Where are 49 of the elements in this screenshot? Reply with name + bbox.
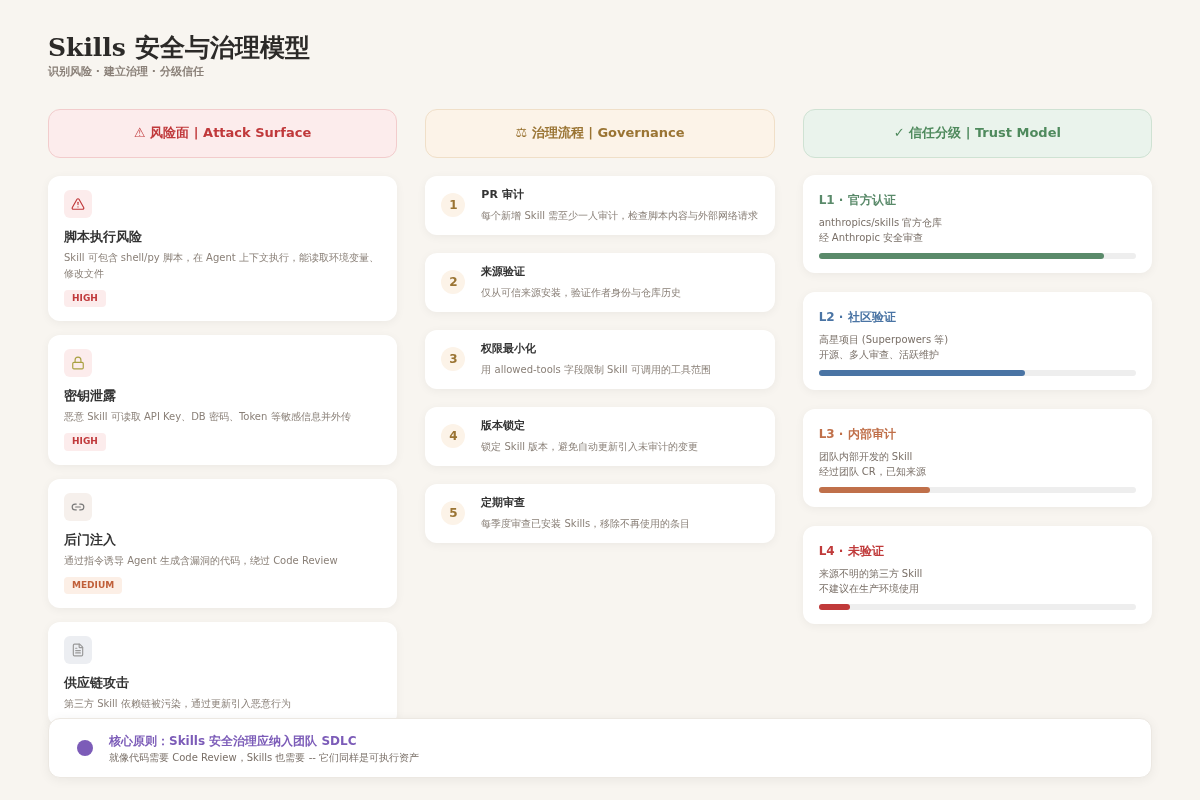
trust-description: 来源不明的第三方 Skill [818, 566, 924, 581]
step-description: 仅从可信来源安装，验证作者身份与仓库历史 [481, 285, 682, 300]
trust-description: 经过团队 CR，已知来源 [818, 464, 927, 479]
warning-icon [64, 189, 92, 218]
page-subtitle: 识别风险 · 建立治理 · 分级信任 [48, 64, 205, 80]
trust-description: 高星项目 (Superpowers 等) [818, 332, 950, 347]
trust-description: 开源、多人审查、活跃维护 [818, 347, 940, 362]
step-number: 2 [441, 270, 466, 294]
trust-title: L4 · 未验证 [818, 542, 885, 560]
step-description: 锁定 Skill 版本，避免自动更新引入未审计的变更 [481, 439, 699, 454]
lock-icon [64, 349, 92, 377]
column-header: ⚠ 风险面 | Attack Surface [48, 108, 398, 158]
step-number: 1 [441, 193, 466, 217]
risk-description: 恶意 Skill 可读取 API Key、DB 密码、Token 等敏感信息并外传 [64, 410, 352, 424]
trust-title: L1 · 官方认证 [818, 191, 897, 209]
risk-title: 后门注入 [64, 530, 117, 549]
trust-title: L3 · 内部审计 [818, 425, 897, 443]
step-description: 每季度审查已安装 Skills，移除不再使用的条目 [481, 516, 691, 531]
trust-description: 不建议在生产环境使用 [818, 581, 920, 596]
risk-title: 脚本执行风险 [64, 227, 143, 246]
risk-description: Skill 可包含 shell/py 脚本，在 Agent 上下文执行，能读取环境变量、修改文件 [64, 250, 380, 281]
risk-description: 通过指令诱导 Agent 生成含漏洞的代码，绕过 Code Review [64, 553, 339, 568]
step-description: 每个新增 Skill 需至少一人审计，检查脚本内容与外部网络请求 [481, 208, 759, 223]
risk-description: 第三方 Skill 依赖链被污染，通过更新引入恶意行为 [64, 697, 292, 711]
page-title: Skills 安全与治理模型 [48, 32, 311, 64]
severity-tag: MEDIUM [64, 576, 123, 594]
step-number: 3 [441, 347, 466, 371]
risk-title: 供应链攻击 [64, 674, 130, 692]
trust-title: L2 · 社区验证 [818, 308, 897, 326]
column-header: ✓ 信任分级 | Trust Model [802, 108, 1152, 158]
step-title: 定期审查 [481, 495, 527, 512]
risk-title: 密钥泄露 [64, 387, 117, 405]
step-description: 用 allowed-tools 字段限制 Skill 可调用的工具范围 [481, 362, 711, 377]
severity-tag: HIGH [64, 433, 106, 451]
step-title: 版本锁定 [481, 418, 527, 435]
trust-description: anthropics/skills 官方仓库 [818, 215, 944, 230]
trust-description: 团队内部开发的 Skill [818, 449, 914, 464]
step-number: 5 [441, 501, 466, 525]
step-title: PR 审计 [481, 187, 525, 204]
severity-tag: HIGH [64, 289, 106, 307]
document-icon [64, 636, 92, 664]
link-icon [64, 492, 92, 521]
trust-description: 经 Anthropic 安全审查 [818, 230, 925, 245]
step-title: 来源验证 [481, 264, 527, 281]
principle-description: 就像代码需要 Code Review，Skills 也需要 -- 它们同样是可执行资产 [109, 750, 420, 765]
step-number: 4 [441, 424, 466, 448]
column-header: ⚖ 治理流程 | Governance [425, 108, 775, 158]
principle-title: 核心原则：Skills 安全治理应纳入团队 SDLC [109, 732, 358, 750]
step-title: 权限最小化 [481, 341, 538, 358]
